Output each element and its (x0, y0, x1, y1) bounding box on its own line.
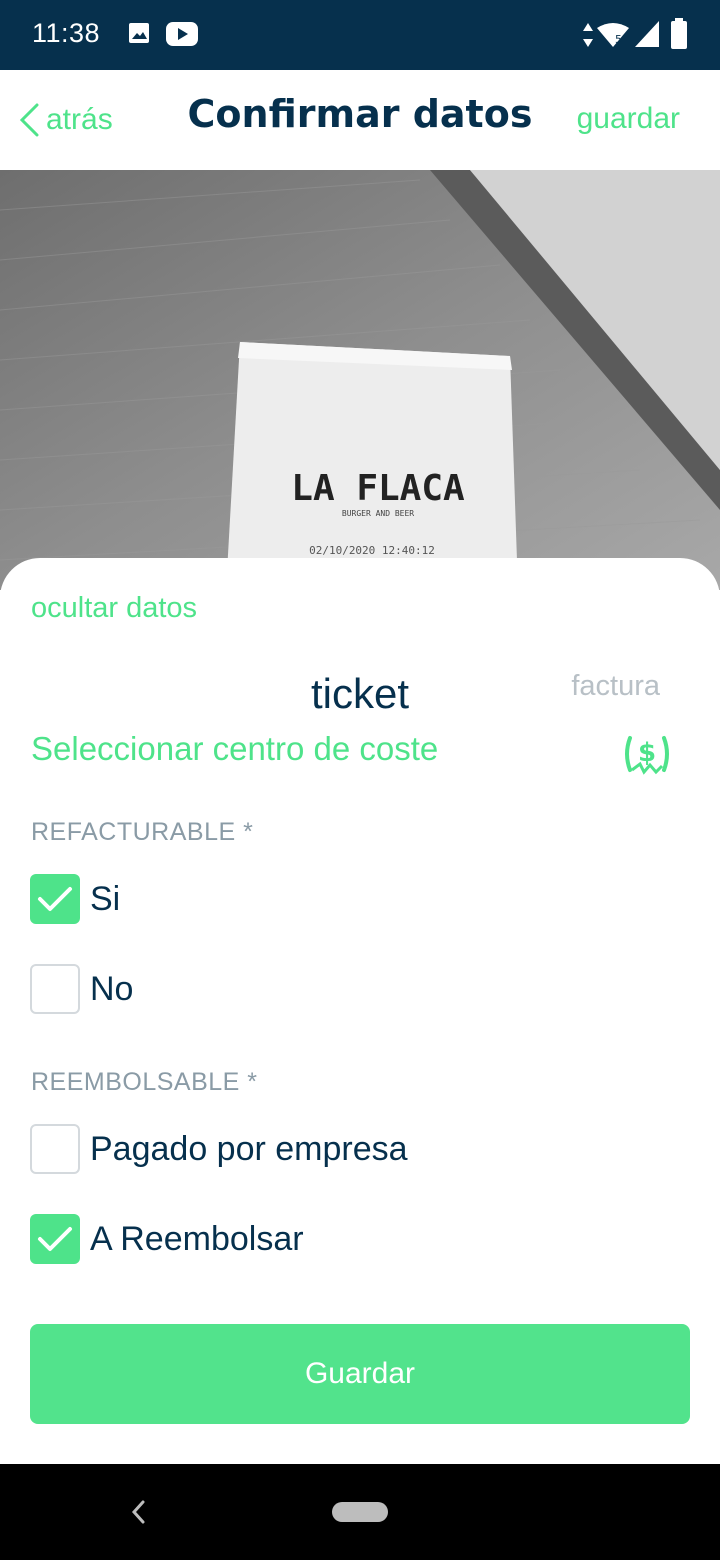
checkbox-checked[interactable] (30, 874, 80, 924)
save-button[interactable]: Guardar (30, 1324, 690, 1424)
a-reembolsar-option[interactable]: A Reembolsar (30, 1214, 304, 1264)
hide-data-link[interactable]: ocultar datos (31, 592, 197, 625)
battery-icon (670, 18, 688, 55)
data-sheet: ocultar datos ticket factura Seleccionar… (0, 558, 720, 1464)
refacturable-si-option[interactable]: Si (30, 874, 120, 924)
nav-back-icon[interactable] (128, 1498, 148, 1531)
tab-factura[interactable]: factura (571, 670, 660, 703)
pagado-por-empresa-option[interactable]: Pagado por empresa (30, 1124, 408, 1174)
reembolsable-label: REEMBOLSABLE * (31, 1068, 258, 1096)
status-bar: 11:38 5 (0, 0, 720, 70)
youtube-icon (166, 22, 198, 51)
checkbox-unchecked[interactable] (30, 964, 80, 1014)
receipt-brand: LA FLACA (291, 468, 465, 509)
wifi-icon: 5 (596, 22, 630, 53)
top-app-bar: atrás Confirmar datos guardar (0, 70, 720, 170)
receipt-subtitle: BURGER AND BEER (342, 509, 414, 518)
refacturable-no-option[interactable]: No (30, 964, 133, 1014)
money-badge-icon[interactable]: $ (622, 732, 672, 781)
checkbox-unchecked[interactable] (30, 1124, 80, 1174)
refacturable-label: REFACTURABLE * (31, 818, 254, 846)
svg-text:$: $ (638, 738, 656, 768)
receipt-photo: LA FLACA BURGER AND BEER 02/10/2020 12:4… (0, 170, 720, 590)
checkbox-checked[interactable] (30, 1214, 80, 1264)
cost-center-selector[interactable]: Seleccionar centro de coste (31, 730, 438, 768)
option-label: Pagado por empresa (90, 1129, 408, 1168)
option-label: No (90, 969, 134, 1008)
option-label: A Reembolsar (90, 1219, 304, 1258)
svg-text:5: 5 (615, 33, 622, 46)
signal-icon (634, 20, 660, 53)
check-icon (38, 887, 72, 911)
nav-home-pill[interactable] (332, 1502, 388, 1522)
image-icon (128, 22, 150, 49)
check-icon (38, 1227, 72, 1251)
status-time: 11:38 (32, 18, 101, 48)
data-arrows-icon (582, 22, 594, 53)
option-label: Si (90, 879, 121, 918)
header-save-button[interactable]: guardar (577, 102, 680, 136)
receipt-datetime: 02/10/2020 12:40:12 (309, 544, 435, 557)
